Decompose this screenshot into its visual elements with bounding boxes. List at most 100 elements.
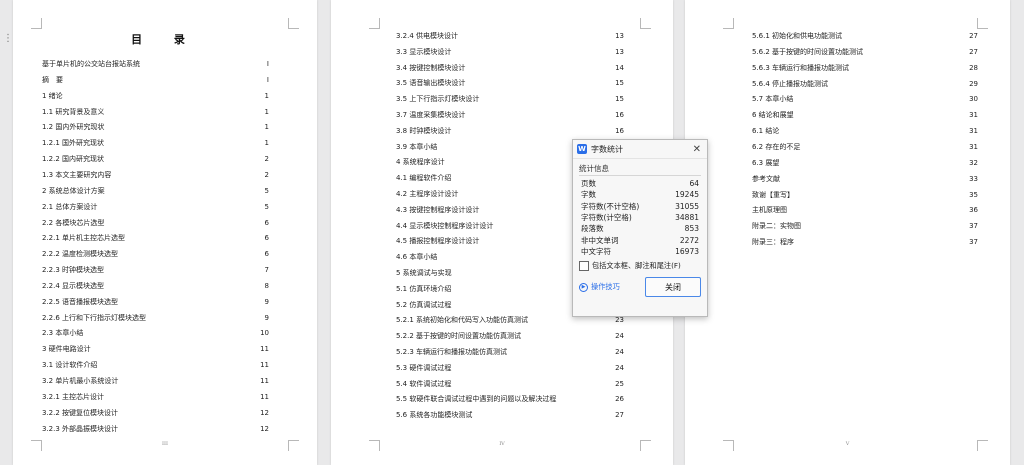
- toc-entry: 2.2.5 语音播报模块选型 9: [42, 297, 269, 307]
- toc-entry-title: 2 系统总体设计方案: [42, 186, 105, 195]
- toc-entry-page: 11: [260, 392, 269, 401]
- toc-entry: 摘 要I: [42, 75, 269, 85]
- toc-entry-page: 12: [260, 408, 269, 417]
- close-icon[interactable]: ✕: [691, 144, 703, 155]
- toc-entry: 1.2.1 国外研究现状 1: [42, 138, 269, 148]
- toc-entry: 2.2.1 单片机主控芯片选型 6: [42, 233, 269, 243]
- toc-entry: 5.4 软件调试过程 25: [396, 379, 624, 389]
- toc-entry-title: 3.3 显示模块设计: [396, 47, 452, 56]
- toc-entry-title: 1.1 研究背景及意义: [42, 107, 105, 116]
- close-button[interactable]: 关闭: [645, 277, 701, 298]
- toc-entry-page: 1: [264, 139, 269, 148]
- toc-entry-title: 2.3 本章小结: [42, 329, 84, 338]
- crop-mark: [977, 18, 988, 29]
- stat-value: 853: [684, 224, 699, 234]
- stat-label: 页数: [581, 179, 596, 189]
- toc-entry-page: 6: [264, 234, 269, 243]
- toc-entry-title: 5.2.2 基于按键的时间设置功能仿真测试: [396, 332, 522, 341]
- toc-entry-page: 29: [969, 79, 978, 88]
- stat-label: 字数: [581, 190, 596, 200]
- include-textboxes-option[interactable]: 包括文本框、脚注和尾注(F): [579, 261, 701, 272]
- toc-entry: 3.8 时钟模块设计 16: [396, 126, 624, 136]
- stat-row: 字符数(不计空格) 31055: [581, 201, 699, 212]
- page-number: IV: [499, 441, 505, 447]
- toc-entry-page: 13: [615, 32, 624, 40]
- toc-entry-page: 15: [615, 95, 624, 104]
- toc-entry-page: 14: [615, 63, 624, 72]
- toc-entry-title: 3 硬件电路设计: [42, 345, 91, 354]
- toc-entry-page: 27: [615, 411, 624, 420]
- toc-entry: 6.1 结论 31: [752, 126, 978, 136]
- toc-entry: 附录三：程序 37: [752, 237, 978, 247]
- toc-entry-title: 2.2.3 时钟模块选型: [42, 266, 105, 275]
- toc-entry-page: 1: [264, 107, 269, 116]
- toc-entry-title: 1.3 本文主要研究内容: [42, 170, 112, 179]
- toc-entry: 致谢【重写】 35: [752, 190, 978, 200]
- toc-entry-title: 3.2.2 按键复位模块设计: [42, 408, 119, 417]
- toc-entry-title: 1.2 国内外研究现状: [42, 123, 105, 132]
- stat-value: 19245: [675, 190, 699, 200]
- toc-entry-title: 附录二：实物图: [752, 222, 801, 231]
- toc-entry-title: 5.2.3 车辆运行和播报功能仿真测试: [396, 348, 508, 356]
- crop-mark: [723, 18, 734, 29]
- toc-entry-page: 9: [264, 313, 269, 322]
- toc-entry-title: 3.2.4 供电模块设计: [396, 32, 459, 40]
- toc-entry: 5.2.2 基于按键的时间设置功能仿真测试 24: [396, 331, 624, 341]
- toc-entry-page: 24: [615, 363, 624, 372]
- toc-entry-page: I: [266, 75, 269, 84]
- toc-entry-page: 2: [264, 155, 269, 164]
- toc-entry-title: 3.2.1 主控芯片设计: [42, 392, 105, 401]
- toc-entry-title: 摘 要: [42, 75, 63, 84]
- toc-entry: 3.2 单片机最小系统设计 11: [42, 376, 269, 386]
- toc-entry-page: 8: [264, 281, 269, 290]
- toc-entry-page: 15: [615, 79, 624, 88]
- toc-entry: 2.2.4 显示模块选型 8: [42, 281, 269, 291]
- toc-entry: 5.6.1 初始化和供电功能测试 27: [752, 31, 978, 41]
- stat-row: 字数 19245: [581, 189, 699, 200]
- toc-entry: 5.3 硬件调试过程 24: [396, 363, 624, 373]
- toc-entry: 2.2.3 时钟模块选型 7: [42, 265, 269, 275]
- toc-entry-title: 2.2.1 单片机主控芯片选型: [42, 234, 126, 243]
- toc-entry: 3.5 语音输出模块设计 15: [396, 78, 624, 88]
- toc-entry: 3.4 按键控制模块设计 14: [396, 63, 624, 73]
- toc-entry-page: 37: [969, 238, 978, 247]
- toc-entry: 附录二：实物图 37: [752, 221, 978, 231]
- toc-entry: 1.1 研究背景及意义 1: [42, 107, 269, 117]
- toc-entry-title: 附录三：程序: [752, 238, 794, 247]
- stat-value: 16973: [675, 246, 699, 256]
- toc-entry-page: 9: [264, 297, 269, 306]
- include-textboxes-checkbox[interactable]: [579, 261, 589, 272]
- word-count-dialog[interactable]: W 字数统计 ✕ 统计信息 页数 64 字数 19245 字符数(不计空格) 31055 字…: [572, 139, 708, 317]
- toc-entry-page: 1: [264, 123, 269, 132]
- toc-entry: 3.5 上下行指示灯模块设计 15: [396, 94, 624, 104]
- wps-writer-icon: W: [577, 144, 587, 154]
- toc-entry-title: 5.6.3 车辆运行和播报功能测试: [752, 63, 850, 72]
- toc-entry: 1.2.2 国内研究现状 2: [42, 154, 269, 164]
- toc-entry-title: 6 结论和展望: [752, 111, 794, 120]
- toc-entry-page: 5: [264, 186, 269, 195]
- stat-row: 中文字符 16973: [581, 246, 699, 257]
- document-page-1: 目 录 基于单片机的公交站台报站系统 I 摘 要I1 绪论 1 1.1 研究背景及意义 1…: [13, 0, 317, 465]
- dialog-titlebar[interactable]: W 字数统计 ✕: [573, 140, 707, 159]
- toc-entry-title: 3.8 时钟模块设计: [396, 126, 452, 135]
- toc-entry-page: 32: [969, 158, 978, 167]
- toc-entry-title: 1 绪论: [42, 91, 63, 100]
- tips-link[interactable]: ▶ 操作技巧: [579, 282, 620, 292]
- stat-value: 2272: [679, 235, 699, 245]
- toc-entry-page: 16: [615, 126, 624, 135]
- toc-entry-page: 7: [264, 266, 269, 275]
- toc-entry-title: 3.1 设计软件介绍: [42, 361, 98, 370]
- toc-entry-page: 16: [615, 111, 624, 119]
- toc-entry-title: 6.3 展望: [752, 158, 780, 167]
- toc-entry: 5.2.3 车辆运行和播报功能仿真测试 24: [396, 347, 624, 357]
- toc-entry-page: 5: [264, 202, 269, 211]
- toc-entry-page: 33: [969, 174, 978, 183]
- toc-entry-page: 6: [264, 250, 269, 259]
- toc-entry-page: 1: [264, 91, 269, 100]
- stats-section-label: 统计信息: [579, 163, 701, 176]
- toc-entry: 1.3 本文主要研究内容 2: [42, 170, 269, 180]
- toc-entry-page: 31: [969, 111, 978, 120]
- toc-entry-page: 2: [264, 170, 269, 179]
- toc-entry-page: 10: [260, 329, 269, 338]
- toc-entry-page: 13: [615, 47, 624, 56]
